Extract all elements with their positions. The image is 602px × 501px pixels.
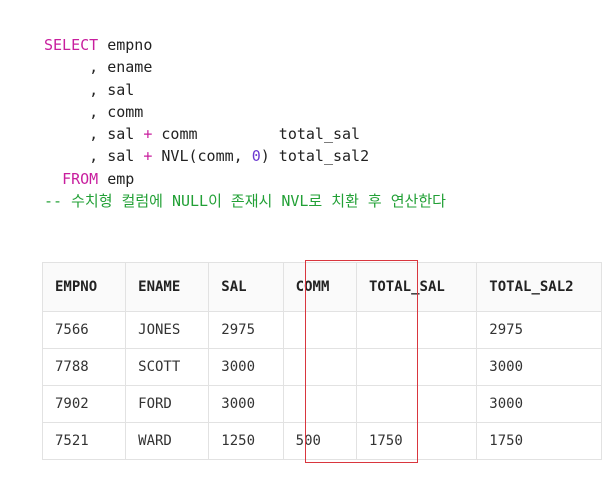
sql-code-block: SELECT empno , ename , sal , comm , sal … — [44, 34, 446, 212]
cell-sal: 3000 — [208, 385, 284, 423]
cell-sal: 1250 — [208, 422, 284, 460]
column-header-comm: COMM — [282, 262, 357, 312]
cell-total-sal — [355, 385, 478, 423]
cell-empno: 7902 — [41, 385, 127, 423]
code-token: , comm — [44, 102, 144, 121]
code-token: emp — [98, 169, 135, 188]
code-token: NVL(comm, — [152, 147, 252, 166]
cell-ename: FORD — [125, 385, 210, 423]
code-token: , sal — [44, 125, 144, 144]
code-line: SELECT empno — [44, 34, 446, 56]
cell-total-sal2: 1750 — [476, 422, 602, 460]
column-header-total-sal: TOTAL_SAL — [355, 262, 478, 312]
cell-ename: JONES — [125, 311, 210, 349]
cell-empno: 7788 — [41, 348, 127, 386]
table-row: 7521 WARD 1250 500 1750 1750 — [41, 422, 602, 460]
code-line: FROM emp — [44, 168, 446, 190]
table-row: 7566 JONES 2975 2975 — [41, 311, 602, 349]
table-header-row: EMPNO ENAME SAL COMM TOTAL_SAL TOTAL_SAL… — [41, 262, 602, 312]
result-table: EMPNO ENAME SAL COMM TOTAL_SAL TOTAL_SAL… — [41, 262, 602, 460]
code-token: comm total_sal — [152, 125, 361, 144]
cell-ename: SCOTT — [125, 348, 210, 386]
table-row: 7788 SCOTT 3000 3000 — [41, 348, 602, 386]
column-header-empno: EMPNO — [41, 262, 127, 312]
code-token: empno — [98, 36, 153, 54]
cell-total-sal2: 3000 — [476, 385, 602, 423]
column-header-total-sal2: TOTAL_SAL2 — [476, 262, 602, 312]
code-line: , comm — [44, 101, 446, 123]
cell-total-sal: 1750 — [355, 422, 478, 460]
code-line: , sal + NVL(comm, 0) total_sal2 — [44, 145, 446, 167]
cell-empno: 7521 — [41, 422, 127, 460]
code-line: , sal — [44, 79, 446, 101]
cell-empno: 7566 — [41, 311, 127, 349]
table-row: 7902 FORD 3000 3000 — [41, 385, 602, 423]
column-header-ename: ENAME — [125, 262, 210, 312]
code-line: , sal + comm total_sal — [44, 123, 446, 145]
code-line: -- 수치형 컬럼에 NULL이 존재시 NVL로 치환 후 연산한다 — [44, 190, 446, 212]
cell-total-sal2: 3000 — [476, 348, 602, 386]
cell-sal: 2975 — [208, 311, 284, 349]
cell-comm — [282, 311, 357, 349]
code-line: , ename — [44, 56, 446, 78]
cell-total-sal — [355, 348, 478, 386]
cell-comm: 500 — [282, 422, 357, 460]
code-token: , sal — [44, 147, 144, 166]
cell-total-sal2: 2975 — [476, 311, 602, 349]
code-token: , ename — [44, 58, 153, 77]
cell-sal: 3000 — [208, 348, 284, 386]
cell-comm — [282, 348, 357, 386]
code-token: ) total_sal2 — [260, 147, 370, 166]
column-header-sal: SAL — [208, 262, 284, 312]
cell-total-sal — [355, 311, 478, 349]
code-token: SELECT — [44, 36, 99, 54]
code-token: -- 수치형 컬럼에 NULL이 존재시 NVL로 치환 후 연산한다 — [44, 192, 446, 211]
cell-ename: WARD — [125, 422, 210, 460]
code-token: FROM — [62, 169, 99, 188]
code-token: , sal — [44, 80, 135, 99]
cell-comm — [282, 385, 357, 423]
code-token: 0 — [251, 147, 261, 166]
